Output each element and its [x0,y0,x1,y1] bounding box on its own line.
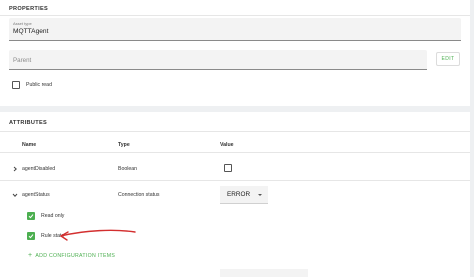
public-read-checkbox[interactable] [12,81,20,89]
chevron-down-icon[interactable] [12,192,18,198]
connection-status-value: ERROR [227,191,251,198]
rule-state-checkbox[interactable] [27,232,35,240]
agent-disabled-value-checkbox[interactable] [224,164,232,172]
attributes-title: ATTRIBUTES [9,120,48,126]
parent-field[interactable]: Parent [9,50,427,70]
next-row-value-field[interactable] [220,269,308,277]
attributes-panel: ATTRIBUTES Name Type Value agentDisabled… [0,112,470,277]
column-header-value: Value [220,142,234,148]
read-only-checkbox[interactable] [27,212,35,220]
add-configuration-items-button[interactable]: + ADD CONFIGURATION ITEMS [28,252,115,259]
properties-panel: PROPERTIES Asset type MQTTAgent Parent E… [0,0,470,106]
properties-divider [0,15,470,16]
asset-type-label: Asset type [13,21,32,26]
checkmark-icon [28,234,34,239]
add-configuration-items-label: ADD CONFIGURATION ITEMS [35,253,116,259]
dropdown-caret-icon [258,194,262,196]
connection-status-select[interactable]: ERROR [220,186,268,204]
attribute-name: agentDisabled [22,166,56,172]
public-read-label: Public read [26,82,52,88]
properties-title: PROPERTIES [9,6,49,12]
checkmark-icon [28,214,34,219]
asset-type-field[interactable]: Asset type MQTTAgent [9,18,461,41]
header-divider [0,152,470,153]
row-divider [0,180,470,181]
attribute-type: Boolean [118,166,138,172]
asset-type-value: MQTTAgent [13,28,49,35]
attribute-type: Connection status [118,192,160,198]
annotation-arrow-icon [60,229,136,241]
plus-icon: + [28,252,33,259]
attributes-divider [0,131,470,132]
parent-placeholder: Parent [13,57,32,64]
read-only-label: Read only [41,213,65,219]
chevron-right-icon[interactable] [12,166,18,172]
attribute-name: agentStatus [22,192,50,198]
column-header-type: Type [118,142,130,148]
column-header-name: Name [22,142,37,148]
edit-button[interactable]: EDIT [436,52,460,66]
